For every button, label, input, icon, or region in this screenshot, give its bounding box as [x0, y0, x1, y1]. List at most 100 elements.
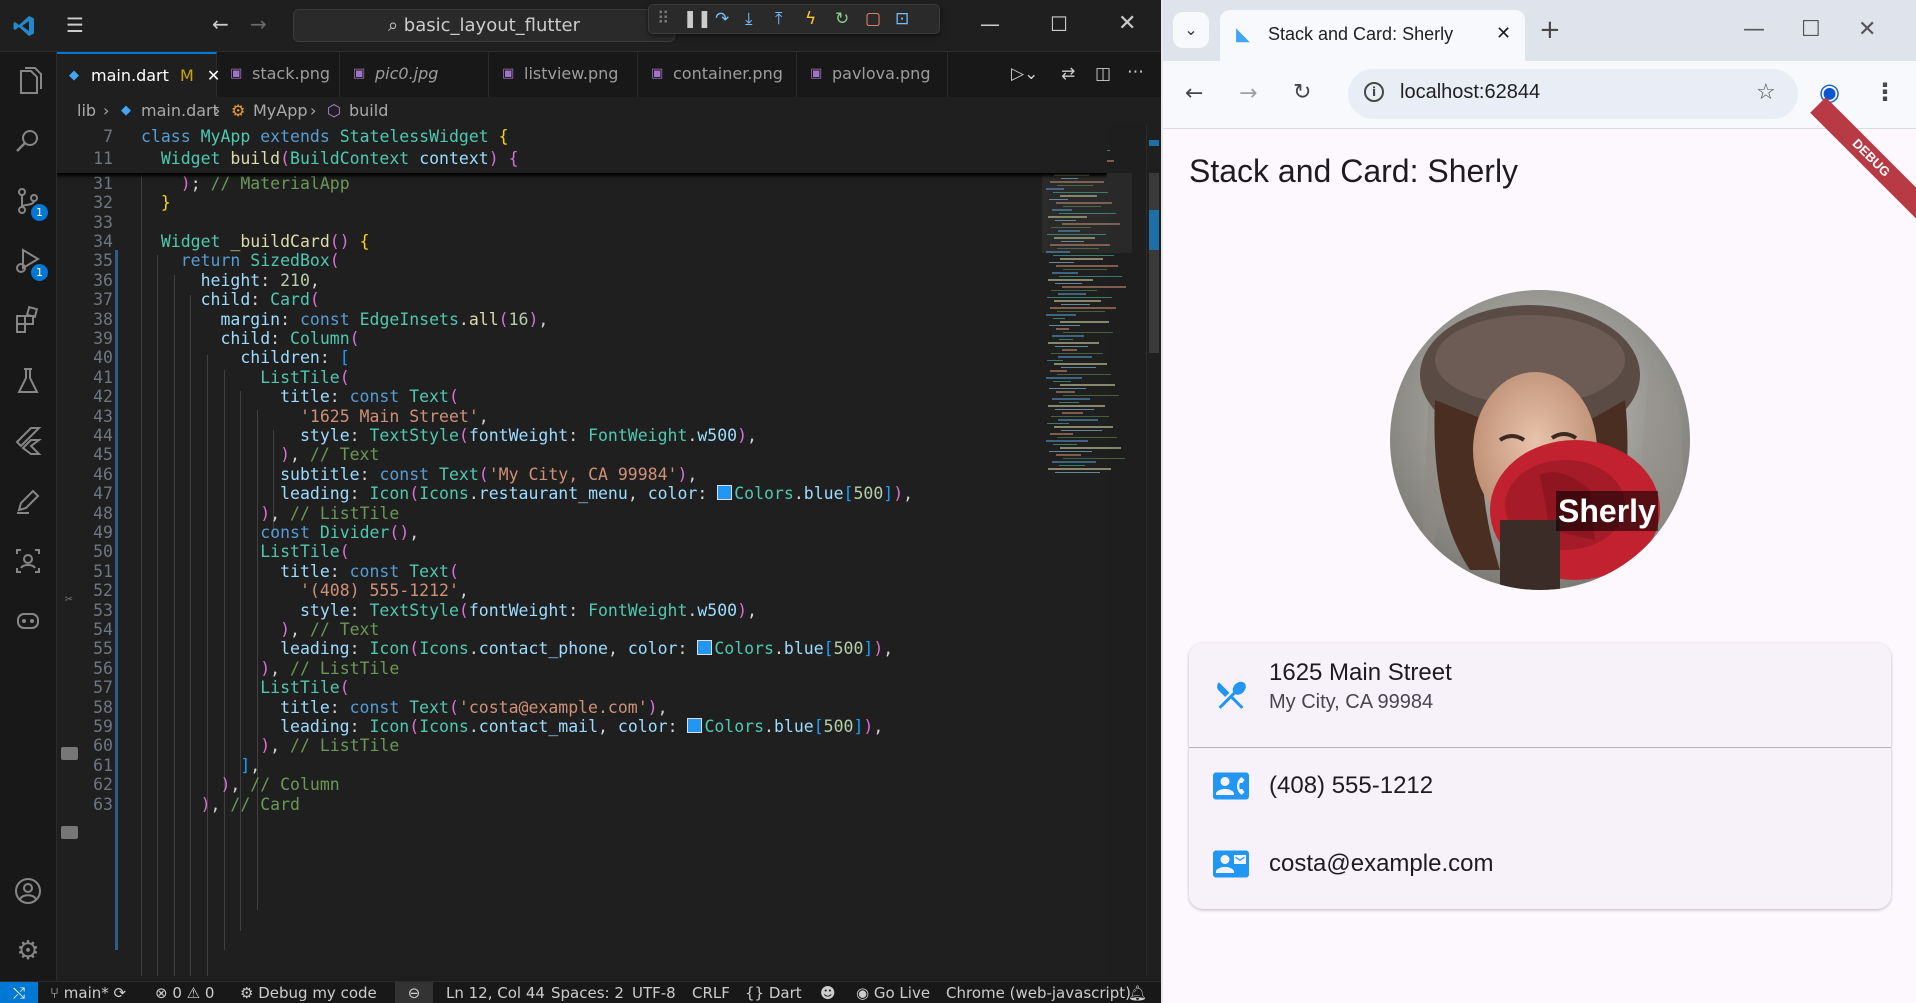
back-arrow-icon[interactable]: ← — [212, 14, 229, 34]
breadcrumb-build[interactable]: build — [349, 97, 388, 125]
list-tile-phone[interactable]: (408) 555-1212 — [1189, 748, 1891, 826]
testing-icon[interactable] — [11, 364, 45, 398]
hot-reload-icon[interactable]: ϟ — [805, 9, 816, 29]
code-line: child: Card( — [200, 290, 320, 310]
debug-indicator[interactable]: ⚙ Debug my code — [240, 982, 377, 1003]
tab-search-button[interactable]: ⌄ — [1173, 12, 1209, 48]
step-into-icon[interactable]: ⤓ — [745, 9, 753, 29]
copilot-status-icon[interactable]: ☻ — [820, 982, 836, 1003]
minimap-line — [1060, 258, 1103, 260]
tab-container-png[interactable]: ▣ container.png — [639, 52, 797, 97]
breadcrumb-myapp[interactable]: MyApp — [253, 97, 308, 125]
line-number: 32 — [93, 193, 113, 213]
url-text[interactable]: localhost:62844 — [1400, 81, 1540, 104]
minimize-icon[interactable]: — — [980, 14, 1000, 34]
tab-listview-png[interactable]: ▣ listview.png — [490, 52, 638, 97]
maximize-icon[interactable]: ☐ — [1050, 14, 1068, 34]
more-actions-icon[interactable]: ⋯ — [1127, 62, 1144, 82]
code-line: '1625 Main Street', — [299, 406, 489, 426]
code-editor[interactable]: 7 class MyApp extends StatelessWidget { … — [57, 125, 1107, 976]
scrollbar-thumb[interactable] — [1149, 173, 1159, 353]
zoom-indicator[interactable]: ⊖ — [395, 982, 433, 1003]
code-action-icon[interactable]: ✂ — [65, 592, 73, 607]
minimap-viewport[interactable] — [1042, 173, 1132, 253]
minimap-line — [1049, 324, 1080, 326]
notifications-bell-icon[interactable]: 🔔︎ — [1128, 982, 1147, 1003]
extensions-icon[interactable] — [11, 304, 45, 338]
chrome-toolbar: ← → ↻ i localhost:62844 ☆ ◉ ⋮ — [1163, 61, 1916, 129]
color-swatch — [687, 718, 703, 733]
command-center-search[interactable]: ⌕ basic_layout_flutter — [293, 9, 675, 42]
breadcrumb-main-dart[interactable]: main.dart — [141, 97, 219, 125]
step-out-icon[interactable]: ⤒ — [775, 9, 783, 29]
drag-handle-icon[interactable]: ⠿ — [657, 9, 669, 29]
chrome-menu-icon[interactable]: ⋮ — [1873, 80, 1897, 104]
minimap[interactable] — [1042, 125, 1136, 485]
run-debug-badge: 1 — [31, 264, 48, 281]
browser-tab-active[interactable]: ◣ Stack and Card: Sherly ✕ — [1220, 10, 1525, 61]
explorer-icon[interactable] — [11, 64, 45, 98]
branch-indicator[interactable]: ⑂ main* ⟳ — [50, 982, 126, 1003]
minimap-line — [1048, 342, 1099, 344]
run-dropdown-icon[interactable]: ▷⌄ — [1011, 64, 1038, 84]
reload-icon[interactable]: ↻ — [1293, 81, 1311, 105]
close-window-icon[interactable]: ✕ — [1118, 13, 1136, 35]
restart-icon[interactable]: ↻ — [835, 9, 849, 29]
tab-label: listview.png — [524, 64, 619, 83]
indentation[interactable]: Spaces: 2 — [551, 982, 624, 1003]
contact-card: 1625 Main Street My City, CA 99984 (408)… — [1189, 643, 1891, 909]
split-editor-icon[interactable]: ◫ — [1095, 64, 1111, 84]
remote-indicator[interactable]: ⤭ — [0, 982, 38, 1003]
account-icon[interactable] — [11, 874, 45, 908]
tab-pic0-jpg[interactable]: ▣ pic0.jpg — [341, 52, 489, 97]
list-tile-address[interactable]: 1625 Main Street My City, CA 99984 — [1189, 643, 1891, 747]
minimap-line — [1052, 272, 1078, 274]
menu-icon[interactable]: ☰ — [66, 15, 84, 35]
run-debug-icon[interactable]: 1 — [11, 244, 48, 281]
settings-gear-icon[interactable]: ⚙ — [11, 934, 45, 968]
source-control-icon[interactable]: 1 — [11, 184, 48, 221]
stop-icon[interactable]: ▢ — [865, 9, 881, 29]
cursor-position[interactable]: Ln 12, Col 44 — [446, 982, 545, 1003]
tab-pavlova-png[interactable]: ▣ pavlova.png — [798, 52, 948, 97]
encoding[interactable]: UTF-8 — [632, 982, 676, 1003]
new-tab-icon[interactable]: + — [1539, 17, 1561, 43]
search-icon[interactable] — [11, 124, 45, 158]
widget-inspector-icon[interactable]: ⊡ — [895, 9, 909, 29]
tab-main-dart[interactable]: ◆ main.dart M ✕ — [57, 52, 220, 97]
chrome-window: ⌄ ◣ Stack and Card: Sherly ✕ + — ☐ ✕ ← →… — [1163, 0, 1916, 1003]
minimap-line — [1049, 261, 1074, 263]
go-live-button[interactable]: ◉ Go Live — [856, 982, 930, 1003]
site-info-icon[interactable]: i — [1364, 82, 1384, 102]
step-over-icon[interactable]: ↷ — [715, 9, 729, 29]
editor-scrollbar[interactable] — [1146, 125, 1161, 976]
line-endings[interactable]: CRLF — [692, 982, 730, 1003]
forward-arrow-icon[interactable]: → — [250, 14, 267, 34]
tab-stack-png[interactable]: ▣ stack.png — [218, 52, 340, 97]
flutter-icon[interactable] — [11, 424, 45, 458]
address-title: 1625 Main Street — [1269, 659, 1452, 686]
close-tab-icon[interactable]: ✕ — [1496, 23, 1511, 44]
forward-arrow-icon[interactable]: → — [1239, 82, 1257, 106]
problems-indicator[interactable]: ⊗ 0 ⚠ 0 — [155, 982, 214, 1003]
minimap-line — [1060, 384, 1115, 386]
copilot-icon[interactable] — [11, 604, 45, 638]
device-selector[interactable]: Chrome (web-javascript) — [946, 982, 1131, 1003]
line-number: 11 — [93, 149, 113, 168]
bookmark-star-icon[interactable]: ☆ — [1756, 80, 1776, 105]
breadcrumb-lib[interactable]: lib — [77, 97, 96, 125]
tab-label: stack.png — [252, 64, 331, 83]
maximize-icon[interactable]: ☐ — [1801, 18, 1821, 42]
list-tile-email[interactable]: costa@example.com — [1189, 826, 1891, 904]
minimize-icon[interactable]: — — [1743, 18, 1765, 42]
pause-icon[interactable]: ❚❚ — [683, 9, 712, 29]
close-window-icon[interactable]: ✕ — [1858, 18, 1876, 42]
status-bar: ⤭ ⑂ main* ⟳ ⊗ 0 ⚠ 0 ⚙ Debug my code ⊖ Ln… — [0, 981, 1161, 1003]
compare-changes-icon[interactable]: ⇄ — [1061, 64, 1075, 84]
address-bar[interactable]: i localhost:62844 ☆ — [1348, 69, 1798, 119]
edit-pen-icon[interactable] — [11, 484, 45, 518]
back-arrow-icon[interactable]: ← — [1185, 82, 1203, 106]
code-line: height: 210, — [200, 270, 320, 290]
language-mode[interactable]: {} Dart — [745, 982, 802, 1003]
remote-explorer-icon[interactable] — [11, 544, 45, 578]
